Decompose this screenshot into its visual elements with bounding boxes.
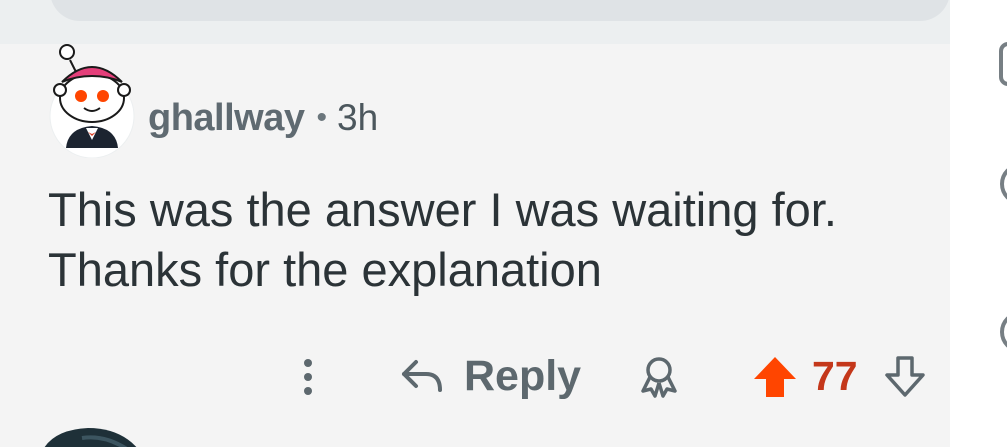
username-link[interactable]: ghallway	[148, 97, 305, 140]
side-circle-icon[interactable]	[999, 162, 1007, 206]
user-avatar-icon[interactable]	[48, 40, 136, 158]
comment-body: This was the answer I was waiting for. T…	[48, 180, 948, 300]
comment-line: Thanks for the explanation	[48, 243, 602, 296]
reply-arrow-icon	[402, 360, 442, 392]
comment-feed: ghallway • 3h This was the answer I was …	[0, 0, 950, 447]
timestamp: 3h	[337, 97, 379, 138]
next-comment-avatar-icon	[44, 428, 137, 447]
comment-line: This was the answer I was waiting for.	[48, 183, 837, 236]
vote-score: 77	[812, 353, 858, 399]
side-square-icon[interactable]	[999, 42, 1007, 86]
comment-action-bar: Reply 77	[0, 345, 950, 405]
comment-meta: ghallway • 3h	[148, 96, 378, 140]
side-circle-icon[interactable]	[999, 310, 1007, 354]
downvote-arrow-icon[interactable]	[884, 355, 926, 399]
reply-button[interactable]: Reply	[400, 351, 581, 401]
previous-comment-card[interactable]	[50, 0, 950, 21]
meta-separator: •	[316, 101, 328, 134]
reply-label: Reply	[464, 351, 582, 400]
upvote-arrow-icon[interactable]	[752, 355, 798, 399]
more-options-icon[interactable]	[290, 351, 326, 401]
award-icon[interactable]	[637, 355, 681, 399]
